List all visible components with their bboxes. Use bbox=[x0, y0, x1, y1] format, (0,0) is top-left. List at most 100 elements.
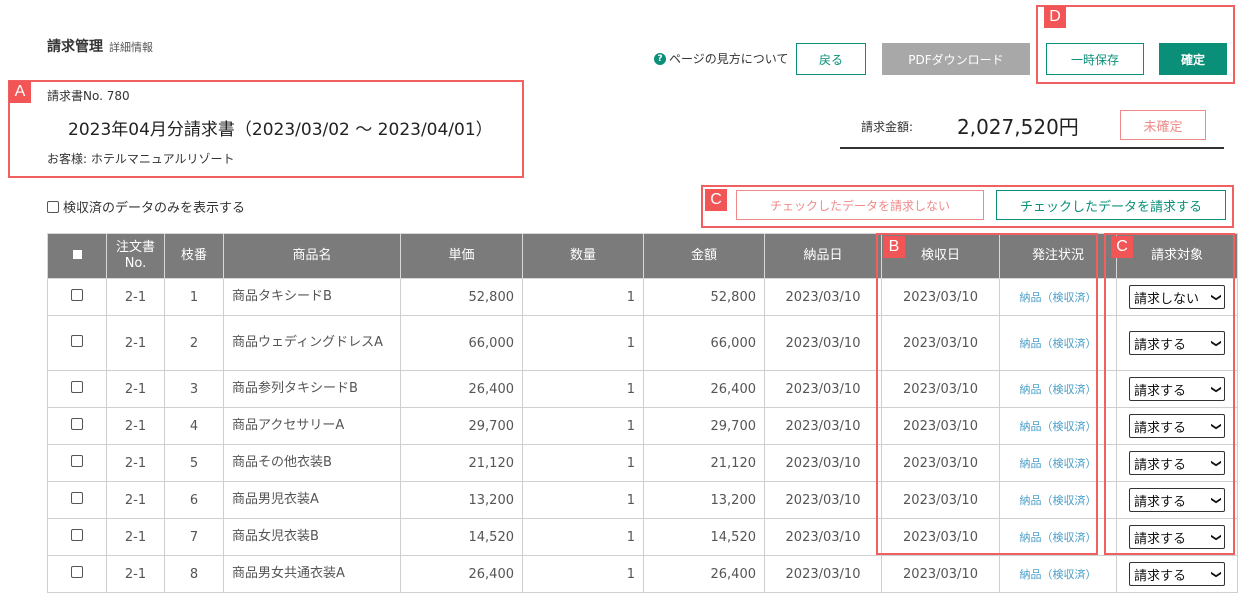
back-button[interactable]: 戻る bbox=[796, 43, 866, 75]
help-link[interactable]: ? ページの見方について bbox=[654, 50, 788, 67]
inspection-date-cell: 2023/03/10 bbox=[881, 555, 1000, 593]
branch-cell: 3 bbox=[164, 370, 224, 408]
row-select-cell[interactable] bbox=[47, 315, 107, 371]
help-circle-icon: ? bbox=[654, 52, 666, 65]
col-quantity: 数量 bbox=[522, 233, 644, 279]
row-checkbox[interactable] bbox=[71, 566, 83, 578]
amount-cell: 13,200 bbox=[643, 481, 765, 519]
order-no-cell: 2-1 bbox=[106, 278, 165, 316]
quantity-cell: 1 bbox=[522, 370, 644, 408]
amount-value: 2,027,520円 bbox=[957, 115, 1079, 139]
select-all-header[interactable] bbox=[47, 233, 107, 279]
order-no-cell: 2-1 bbox=[106, 555, 165, 593]
col-unit-price: 単価 bbox=[400, 233, 523, 279]
col-delivery-date: 納品日 bbox=[764, 233, 882, 279]
unit-price-cell: 66,000 bbox=[400, 315, 523, 371]
table-row: 2-1 8 商品男女共通衣装A 26,400 1 26,400 2023/03/10 2023… bbox=[47, 555, 1238, 593]
row-select-cell[interactable] bbox=[47, 370, 107, 408]
filter-checkbox[interactable] bbox=[47, 200, 59, 213]
quantity-cell: 1 bbox=[522, 444, 644, 482]
quantity-cell: 1 bbox=[522, 407, 644, 445]
delivery-date-cell: 2023/03/10 bbox=[764, 370, 882, 408]
delivery-date-cell: 2023/03/10 bbox=[764, 407, 882, 445]
help-link-label: ページの見方について bbox=[669, 52, 789, 66]
amount-cell: 14,520 bbox=[643, 518, 765, 556]
row-checkbox[interactable] bbox=[71, 335, 83, 347]
col-order-no: 注文書 No. bbox=[106, 233, 165, 279]
annotation-tag-c-actions: C bbox=[705, 189, 727, 211]
row-checkbox[interactable] bbox=[71, 418, 83, 430]
unit-price-cell: 21,120 bbox=[400, 444, 523, 482]
branch-cell: 7 bbox=[164, 518, 224, 556]
branch-cell: 4 bbox=[164, 407, 224, 445]
branch-cell: 6 bbox=[164, 481, 224, 519]
order-no-cell: 2-1 bbox=[106, 407, 165, 445]
delivery-date-cell: 2023/03/10 bbox=[764, 555, 882, 593]
delivery-date-cell: 2023/03/10 bbox=[764, 481, 882, 519]
status-badge: 未確定 bbox=[1120, 110, 1206, 140]
billing-target-value: 請求する bbox=[1134, 568, 1187, 584]
delivery-date-cell: 2023/03/10 bbox=[764, 518, 882, 556]
row-select-cell[interactable] bbox=[47, 555, 107, 593]
quantity-cell: 1 bbox=[522, 315, 644, 371]
annotation-box-c-target bbox=[1104, 233, 1235, 555]
unit-price-cell: 52,800 bbox=[400, 278, 523, 316]
unit-price-cell: 26,400 bbox=[400, 555, 523, 593]
annotation-tag-b: B bbox=[883, 236, 905, 258]
unit-price-cell: 29,700 bbox=[400, 407, 523, 445]
branch-cell: 8 bbox=[164, 555, 224, 593]
pdf-download-button[interactable]: PDFダウンロード bbox=[882, 43, 1030, 75]
product-name-cell: 商品男児衣装A bbox=[223, 481, 401, 519]
order-no-cell: 2-1 bbox=[106, 444, 165, 482]
row-checkbox[interactable] bbox=[71, 289, 83, 301]
amount-cell: 29,700 bbox=[643, 407, 765, 445]
branch-cell: 1 bbox=[164, 278, 224, 316]
row-checkbox[interactable] bbox=[71, 455, 83, 467]
quantity-cell: 1 bbox=[522, 518, 644, 556]
order-no-cell: 2-1 bbox=[106, 315, 165, 371]
delivery-date-cell: 2023/03/10 bbox=[764, 315, 882, 371]
page-subtitle: 詳細情報 bbox=[109, 41, 153, 54]
page-title: 請求管理 詳細情報 bbox=[47, 36, 153, 56]
product-name-cell: 商品タキシードB bbox=[223, 278, 401, 316]
col-branch: 枝番 bbox=[164, 233, 224, 279]
row-select-cell[interactable] bbox=[47, 481, 107, 519]
billing-target-cell: 請求する ❯ bbox=[1116, 555, 1238, 593]
order-no-cell: 2-1 bbox=[106, 518, 165, 556]
order-no-cell: 2-1 bbox=[106, 481, 165, 519]
row-select-cell[interactable] bbox=[47, 407, 107, 445]
annotation-box-b bbox=[876, 233, 1098, 555]
order-status-link[interactable]: 納品（検収済） bbox=[999, 555, 1117, 593]
annotation-box-c-actions bbox=[701, 185, 1234, 228]
amount-underline bbox=[840, 147, 1224, 149]
inspected-only-filter[interactable]: 検収済のデータのみを表示する bbox=[47, 197, 245, 216]
quantity-cell: 1 bbox=[522, 278, 644, 316]
delivery-date-cell: 2023/03/10 bbox=[764, 278, 882, 316]
annotation-tag-d: D bbox=[1044, 6, 1066, 28]
quantity-cell: 1 bbox=[522, 555, 644, 593]
row-checkbox[interactable] bbox=[71, 529, 83, 541]
branch-cell: 2 bbox=[164, 315, 224, 371]
amount-cell: 66,000 bbox=[643, 315, 765, 371]
product-name-cell: 商品女児衣装B bbox=[223, 518, 401, 556]
col-product-name: 商品名 bbox=[223, 233, 401, 279]
amount-cell: 26,400 bbox=[643, 555, 765, 593]
amount-label: 請求金額: bbox=[861, 120, 914, 134]
unit-price-cell: 26,400 bbox=[400, 370, 523, 408]
select-all-checkbox[interactable] bbox=[72, 250, 82, 259]
row-select-cell[interactable] bbox=[47, 518, 107, 556]
delivery-date-cell: 2023/03/10 bbox=[764, 444, 882, 482]
quantity-cell: 1 bbox=[522, 481, 644, 519]
row-checkbox[interactable] bbox=[71, 381, 83, 393]
filter-label: 検収済のデータのみを表示する bbox=[63, 201, 246, 216]
annotation-tag-a: A bbox=[9, 81, 31, 103]
branch-cell: 5 bbox=[164, 444, 224, 482]
amount-cell: 52,800 bbox=[643, 278, 765, 316]
row-select-cell[interactable] bbox=[47, 444, 107, 482]
billing-target-select[interactable]: 請求する ❯ bbox=[1129, 562, 1225, 586]
row-checkbox[interactable] bbox=[71, 492, 83, 504]
row-select-cell[interactable] bbox=[47, 278, 107, 316]
page-title-text: 請求管理 bbox=[47, 39, 103, 55]
amount-cell: 21,120 bbox=[643, 444, 765, 482]
product-name-cell: 商品アクセサリーA bbox=[223, 407, 401, 445]
